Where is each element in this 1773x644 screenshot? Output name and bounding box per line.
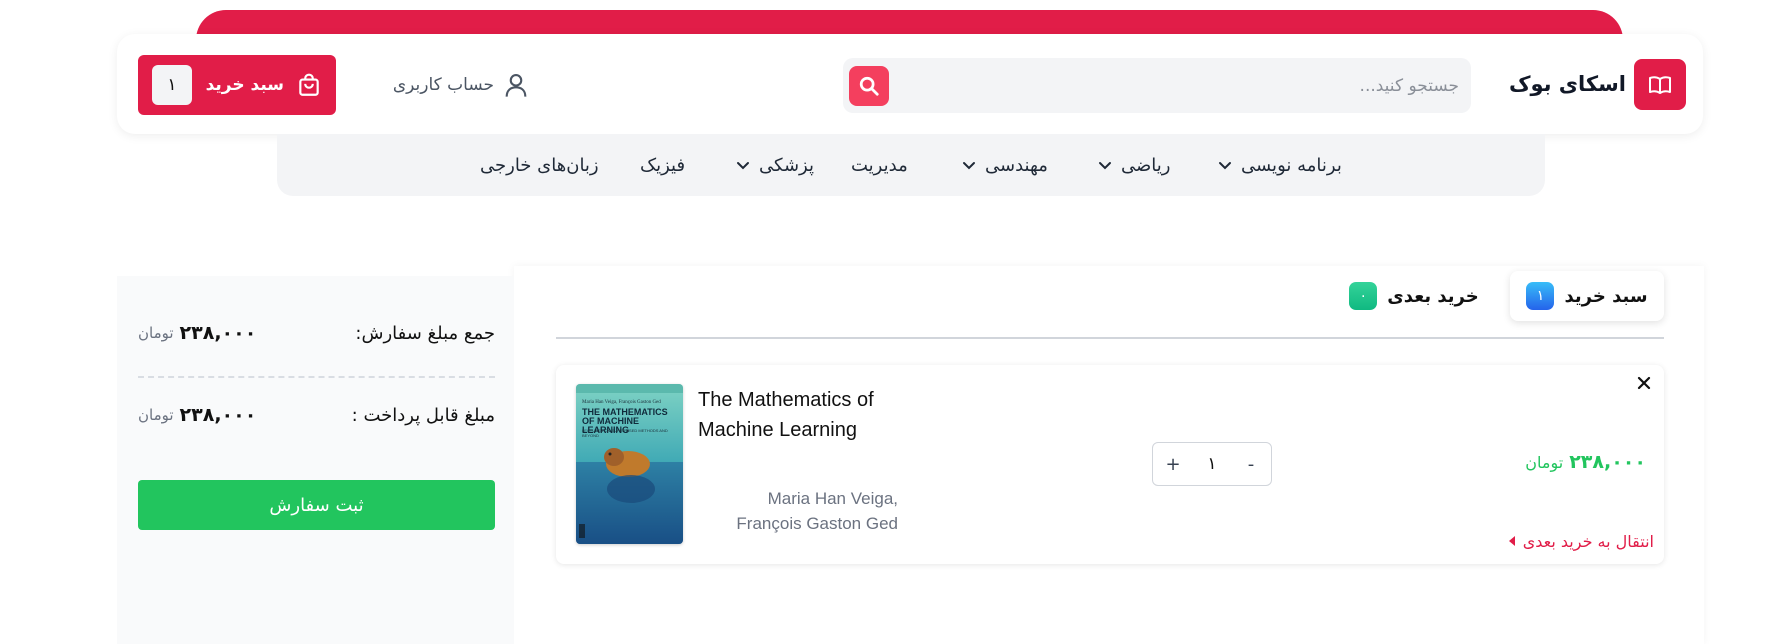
cover-authors: Maria Han Veiga, François Gaston Ged xyxy=(582,400,661,405)
logo[interactable] xyxy=(1634,59,1686,110)
account-link[interactable]: حساب کاربری xyxy=(380,68,530,102)
nav-item-math[interactable]: ریاضی xyxy=(1097,134,1170,196)
nav-item-engineering[interactable]: مهندسی xyxy=(961,134,1048,196)
category-nav: برنامه نویسی ریاضی مهندسی مدیریت پزشکی ف… xyxy=(277,134,1545,196)
summary-divider xyxy=(138,376,495,378)
move-to-next-purchase-link[interactable]: انتقال به خرید بعدی xyxy=(1480,528,1654,554)
book-authors: Maria Han Veiga, François Gaston Ged xyxy=(736,489,898,533)
nav-item-physics[interactable]: فیزیک xyxy=(640,134,685,196)
payable-amount-row: تومان ۲۳۸,۰۰۰ مبلغ قابل پرداخت : xyxy=(138,397,495,433)
payable-value: ۲۳۸,۰۰۰ xyxy=(179,404,257,426)
remove-item-button[interactable] xyxy=(1632,373,1656,397)
book-cover-image[interactable]: Maria Han Veiga, François Gaston Ged THE… xyxy=(576,384,683,544)
account-label: حساب کاربری xyxy=(392,75,494,95)
search-icon xyxy=(859,76,879,96)
total-value: ۲۳۸,۰۰۰ xyxy=(179,322,257,344)
price-value: ۲۳۸,۰۰۰ xyxy=(1569,451,1646,473)
search-input[interactable] xyxy=(903,58,1469,113)
nav-item-label: زبان‌های خارجی xyxy=(480,154,599,176)
quantity-stepper: + ۱ - xyxy=(1152,442,1272,486)
total-currency: تومان xyxy=(138,324,174,342)
nav-item-label: مدیریت xyxy=(851,154,908,176)
tab-next-purchase[interactable]: خرید بعدی ۰ xyxy=(1344,276,1484,316)
chevron-down-icon xyxy=(1219,162,1231,170)
tab-divider xyxy=(556,337,1664,339)
tab-cart[interactable]: سبد خرید ۱ xyxy=(1510,271,1664,321)
book-title[interactable]: The Mathematics of Machine Learning xyxy=(698,385,938,449)
tab-label: سبد خرید xyxy=(1564,285,1648,307)
move-label: انتقال به خرید بعدی xyxy=(1522,531,1654,551)
search-button[interactable] xyxy=(849,66,889,106)
tab-count-badge: ۰ xyxy=(1349,282,1378,310)
cart-button-label: سبد خرید xyxy=(205,75,284,95)
brand-name[interactable]: اسکای بوک xyxy=(1490,66,1626,102)
quantity-value: ۱ xyxy=(1207,454,1217,474)
submit-order-button[interactable]: ثبت سفارش xyxy=(138,480,495,530)
close-icon xyxy=(1637,376,1651,390)
shopping-bag-icon xyxy=(299,73,319,96)
nav-item-label: پزشکی xyxy=(759,154,814,176)
item-price: تومان ۲۳۸,۰۰۰ xyxy=(1500,447,1646,477)
chevron-down-icon xyxy=(737,162,749,170)
search-bar xyxy=(843,58,1471,113)
nav-item-programming[interactable]: برنامه نویسی xyxy=(1217,134,1342,196)
total-label: جمع مبلغ سفارش: xyxy=(355,322,495,344)
user-icon xyxy=(505,74,527,97)
tab-count-badge: ۱ xyxy=(1526,282,1555,310)
nav-item-medical[interactable]: پزشکی xyxy=(735,134,814,196)
nav-item-management[interactable]: مدیریت xyxy=(851,134,908,196)
open-book-icon xyxy=(1649,75,1671,94)
nav-item-languages[interactable]: زبان‌های خارجی xyxy=(480,134,599,196)
increase-button[interactable]: + xyxy=(1163,454,1183,475)
nav-item-label: مهندسی xyxy=(985,154,1048,176)
payable-currency: تومان xyxy=(138,406,174,424)
nav-item-label: ریاضی xyxy=(1121,154,1171,176)
price-currency: تومان xyxy=(1525,452,1564,472)
decrease-button[interactable]: - xyxy=(1241,454,1261,475)
cart-count-badge: ۱ xyxy=(152,65,192,105)
nav-item-label: برنامه نویسی xyxy=(1241,154,1342,176)
nav-item-label: فیزیک xyxy=(640,154,686,176)
cover-subtitle: LECTURES ON SUPERVISED METHODS AND BEYON… xyxy=(582,428,668,438)
tab-label: خرید بعدی xyxy=(1387,285,1479,307)
payable-label: مبلغ قابل پرداخت : xyxy=(351,404,495,426)
order-total-row: تومان ۲۳۸,۰۰۰ جمع مبلغ سفارش: xyxy=(138,315,495,351)
caret-left-icon xyxy=(1508,536,1515,546)
chevron-down-icon xyxy=(963,162,975,170)
cart-button[interactable]: ۱ سبد خرید xyxy=(138,55,336,115)
chevron-down-icon xyxy=(1099,162,1111,170)
